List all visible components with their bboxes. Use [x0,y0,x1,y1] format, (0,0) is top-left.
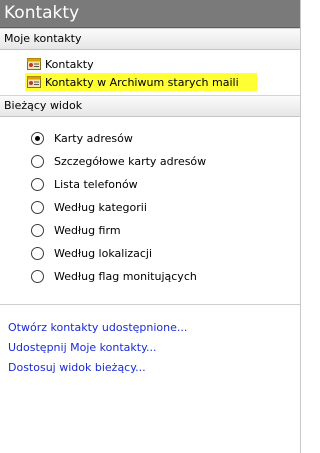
view-option-label: Szczegółowe karty adresów [54,155,207,168]
view-option-phone-list[interactable]: Lista telefonów [31,173,300,196]
folder-item-kontakty[interactable]: Kontakty [27,55,300,73]
task-links: Otwórz kontakty udostępnione... Udostępn… [0,305,300,378]
radio-selected[interactable] [31,132,44,145]
radio-unselected[interactable] [31,178,44,191]
radio-unselected[interactable] [31,201,44,214]
customize-current-view-link[interactable]: Dostosuj widok bieżący... [8,358,300,378]
radio-unselected[interactable] [31,270,44,283]
folder-label: Kontakty [45,57,94,71]
open-shared-contacts-link[interactable]: Otwórz kontakty udostępnione... [8,318,300,338]
contact-card-icon [27,58,41,70]
view-options: Karty adresów Szczegółowe karty adresów … [0,117,300,294]
view-option-label: Według kategorii [54,201,147,214]
view-option-by-category[interactable]: Według kategorii [31,196,300,219]
pane-title: Kontakty [0,0,300,28]
share-my-contacts-link[interactable]: Udostępnij Moje kontakty... [8,338,300,358]
current-view-heading[interactable]: Bieżący widok [0,95,300,117]
view-option-by-location[interactable]: Według lokalizacji [31,242,300,265]
view-option-detailed-address-cards[interactable]: Szczegółowe karty adresów [31,150,300,173]
view-option-label: Według lokalizacji [54,247,153,260]
view-option-label: Według firm [54,224,121,237]
my-contacts-heading[interactable]: Moje kontakty [0,28,300,50]
view-option-label: Karty adresów [54,132,133,145]
folder-label: Kontakty w Archiwum starych maili [45,75,239,89]
view-option-label: Według flag monitujących [54,270,197,283]
contacts-folder-list: Kontakty Kontakty w Archiwum starych mai… [0,50,300,95]
view-option-address-cards[interactable]: Karty adresów [31,127,300,150]
contact-card-icon [27,76,41,88]
view-option-label: Lista telefonów [54,178,138,191]
view-option-by-company[interactable]: Według firm [31,219,300,242]
view-option-by-follow-up-flag[interactable]: Według flag monitujących [31,265,300,288]
radio-unselected[interactable] [31,155,44,168]
radio-unselected[interactable] [31,224,44,237]
navigation-pane: Kontakty Moje kontakty Kontakty Kontakty… [0,0,301,453]
folder-item-archive-contacts[interactable]: Kontakty w Archiwum starych maili [25,73,257,91]
radio-unselected[interactable] [31,247,44,260]
